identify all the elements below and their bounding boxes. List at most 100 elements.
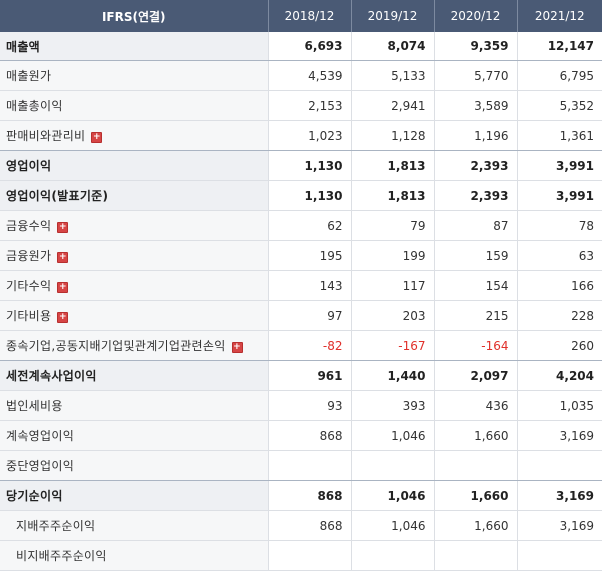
row-label: 기타수익: [6, 279, 52, 293]
row-label: 당기순이익: [6, 489, 63, 503]
value-cell: [351, 450, 435, 481]
row-label-cell: 중단영업이익: [0, 450, 269, 481]
value-cell: 868: [268, 480, 352, 511]
value-cell: 1,046: [351, 420, 435, 451]
expand-icon[interactable]: +: [91, 132, 103, 143]
financial-table: IFRS(연결) 2018/12 2019/12 2020/12 2021/12…: [0, 0, 602, 571]
value-cell: 4,204: [517, 360, 602, 391]
row-label-cell: 매출총이익: [0, 90, 269, 121]
row-label: 금융원가: [6, 249, 52, 263]
value-cell: 868: [268, 510, 352, 541]
table-row: 기타수익 +143 117 154 166: [0, 270, 602, 301]
expand-icon[interactable]: +: [231, 342, 243, 353]
row-label-cell: 매출액: [0, 32, 269, 61]
row-label-cell: 판매비와관리비 +: [0, 120, 269, 151]
value-cell: 393: [351, 390, 435, 421]
row-label: 종속기업,공동지배기업및관계기업관련손익: [6, 339, 226, 353]
row-label: 금융수익: [6, 219, 52, 233]
value-cell: 79: [351, 210, 435, 241]
value-cell: 2,097: [434, 360, 518, 391]
row-label-cell: 영업이익(발표기준): [0, 180, 269, 211]
expand-icon[interactable]: +: [57, 312, 69, 323]
value-cell: 5,352: [517, 90, 602, 121]
value-cell: 1,130: [268, 150, 352, 181]
row-label: 판매비와관리비: [6, 129, 86, 143]
header-period[interactable]: 2019/12: [351, 0, 435, 32]
value-cell: [268, 540, 352, 571]
header-period[interactable]: 2018/12: [268, 0, 352, 32]
table-row: 기타비용 +97 203 215 228: [0, 300, 602, 331]
value-cell: 8,074: [351, 32, 435, 61]
value-cell: 2,153: [268, 90, 352, 121]
value-cell: -82: [268, 330, 352, 361]
value-cell: 215: [434, 300, 518, 331]
value-cell: 2,941: [351, 90, 435, 121]
value-cell: -167: [351, 330, 435, 361]
table-row: 매출총이익 2,153 2,941 3,589 5,352: [0, 90, 602, 121]
table-row: 영업이익(발표기준) 1,130 1,813 2,393 3,991: [0, 180, 602, 211]
value-cell: -164: [434, 330, 518, 361]
value-cell: 9,359: [434, 32, 518, 61]
row-label-cell: 금융원가 +: [0, 240, 269, 271]
table-row: 중단영업이익: [0, 450, 602, 481]
expand-icon[interactable]: +: [57, 222, 69, 233]
row-label-cell: 기타수익 +: [0, 270, 269, 301]
value-cell: 97: [268, 300, 352, 331]
row-label-cell: 법인세비용: [0, 390, 269, 421]
value-cell: 12,147: [517, 32, 602, 61]
table-row: 종속기업,공동지배기업및관계기업관련손익 + -82 -167 -164 260: [0, 330, 602, 361]
value-cell: 3,169: [517, 420, 602, 451]
expand-icon[interactable]: +: [57, 252, 69, 263]
value-cell: 3,589: [434, 90, 518, 121]
value-cell: [268, 450, 352, 481]
value-cell: 1,361: [517, 120, 602, 151]
row-label: 세전계속사업이익: [6, 369, 97, 383]
value-cell: 1,813: [351, 150, 435, 181]
row-label: 지배주주순이익: [16, 519, 96, 533]
value-cell: 3,991: [517, 180, 602, 211]
row-label: 기타비용: [6, 309, 52, 323]
value-cell: 1,660: [434, 480, 518, 511]
value-cell: 1,046: [351, 480, 435, 511]
value-cell: 1,046: [351, 510, 435, 541]
row-label: 중단영업이익: [6, 459, 75, 473]
header-period[interactable]: 2021/12: [517, 0, 602, 32]
row-label-cell: 당기순이익: [0, 480, 269, 511]
row-label-cell: 세전계속사업이익: [0, 360, 269, 391]
expand-icon[interactable]: +: [57, 282, 69, 293]
value-cell: 2,393: [434, 180, 518, 211]
table-row: 금융수익 +62 79 87 78: [0, 210, 602, 241]
row-label-cell: 영업이익: [0, 150, 269, 181]
value-cell: [517, 540, 602, 571]
value-cell: 78: [517, 210, 602, 241]
value-cell: 1,128: [351, 120, 435, 151]
table-row: 비지배주주순이익: [0, 540, 602, 571]
header-period[interactable]: 2020/12: [434, 0, 518, 32]
value-cell: 199: [351, 240, 435, 271]
table-row: 당기순이익 868 1,046 1,660 3,169: [0, 480, 602, 511]
value-cell: [434, 450, 518, 481]
row-label: 법인세비용: [6, 399, 63, 413]
row-label: 계속영업이익: [6, 429, 75, 443]
value-cell: 195: [268, 240, 352, 271]
row-label-cell: 금융수익 +: [0, 210, 269, 241]
row-label-cell: 종속기업,공동지배기업및관계기업관련손익 +: [0, 330, 269, 361]
row-label-cell: 계속영업이익: [0, 420, 269, 451]
value-cell: 93: [268, 390, 352, 421]
table-row: 계속영업이익 868 1,046 1,660 3,169: [0, 420, 602, 451]
value-cell: [434, 540, 518, 571]
table-row: 지배주주순이익 868 1,046 1,660 3,169: [0, 510, 602, 541]
value-cell: 1,660: [434, 510, 518, 541]
value-cell: 260: [517, 330, 602, 361]
row-label-cell: 매출원가: [0, 60, 269, 91]
value-cell: 3,169: [517, 510, 602, 541]
value-cell: 143: [268, 270, 352, 301]
value-cell: 6,693: [268, 32, 352, 61]
row-label: 비지배주주순이익: [16, 549, 107, 563]
value-cell: 3,169: [517, 480, 602, 511]
row-label: 영업이익: [6, 159, 52, 173]
value-cell: 868: [268, 420, 352, 451]
value-cell: 1,196: [434, 120, 518, 151]
row-label-cell: 비지배주주순이익: [0, 540, 269, 571]
value-cell: 1,130: [268, 180, 352, 211]
